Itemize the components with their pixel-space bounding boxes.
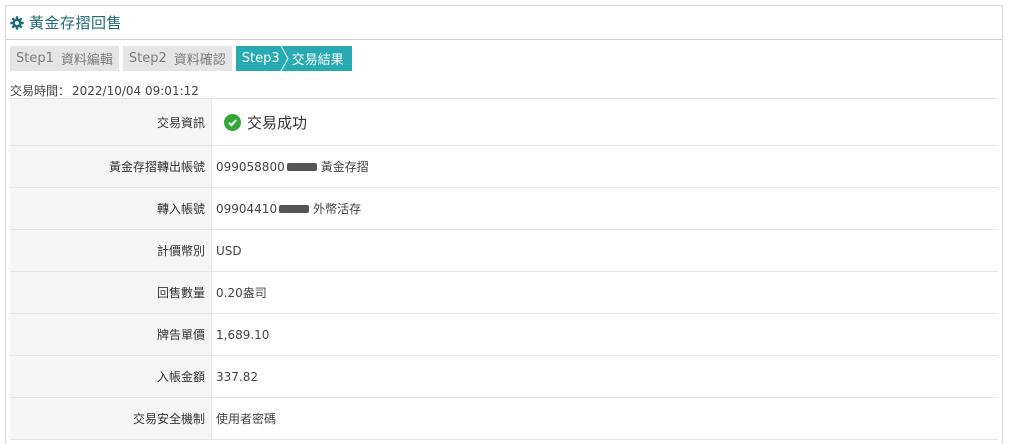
- row-quantity-value: 0.20盎司: [211, 272, 998, 313]
- row-result-value: 交易成功: [211, 99, 998, 145]
- row-unit-price-value: 1,689.10: [211, 314, 998, 355]
- in-account-number: 09904410: [216, 201, 278, 216]
- row-amount: 入帳金額 337.82: [10, 356, 998, 398]
- row-currency-value: USD: [211, 230, 998, 271]
- row-result-label: 交易資訊: [10, 99, 211, 145]
- out-account-number: 099058800: [216, 159, 285, 174]
- step-3-active: Step3 交易結果: [235, 46, 352, 71]
- step-1-number: Step1: [16, 51, 54, 66]
- row-security-label: 交易安全機制: [10, 398, 211, 439]
- masked-digits: [286, 162, 317, 171]
- transaction-time-value: 2022/10/04 09:01:12: [72, 84, 199, 98]
- row-currency: 計價幣別 USD: [10, 230, 998, 272]
- step-indicator: Step1 資料編輯 Step2 資料確認 Step3 交易結果: [10, 46, 356, 71]
- row-amount-value: 337.82: [211, 356, 998, 397]
- success-status: 交易成功: [247, 113, 308, 132]
- step-3-label: 交易結果: [291, 53, 344, 68]
- main-panel: 黃金存摺回售 Step1 資料編輯 Step2 資料確認 Step3 交易結果 …: [5, 5, 1003, 444]
- check-circle-icon: [224, 113, 241, 131]
- row-result: 交易資訊 交易成功: [10, 99, 998, 146]
- row-security-value: 使用者密碼: [211, 398, 998, 439]
- step-2: Step2 資料確認: [122, 46, 232, 71]
- row-unit-price-label: 牌告單價: [10, 314, 211, 355]
- panel-header: 黃金存摺回售: [6, 6, 1002, 40]
- page-title: 黃金存摺回售: [29, 14, 123, 32]
- row-in-account: 轉入帳號 09904410 外幣活存: [10, 188, 998, 230]
- row-out-account-label: 黃金存摺轉出帳號: [10, 146, 211, 187]
- row-quantity: 回售數量 0.20盎司: [10, 272, 998, 314]
- in-account-type: 外幣活存: [313, 202, 362, 216]
- row-security: 交易安全機制 使用者密碼: [10, 398, 998, 440]
- row-out-account: 黃金存摺轉出帳號 099058800 黃金存摺: [10, 146, 998, 188]
- row-currency-label: 計價幣別: [10, 230, 211, 271]
- result-table: 交易資訊 交易成功 黃金存摺轉出帳號 099058800 黃金存摺 轉入帳號 0…: [10, 98, 998, 440]
- row-in-account-value: 09904410 外幣活存: [211, 188, 998, 229]
- gear-icon: [10, 15, 24, 30]
- step-1: Step1 資料編輯: [10, 46, 119, 71]
- masked-digits: [279, 204, 310, 213]
- step-3-number: Step3: [241, 51, 280, 66]
- row-in-account-label: 轉入帳號: [10, 188, 211, 229]
- transaction-time-label: 交易時間：: [10, 84, 71, 98]
- row-unit-price: 牌告單價 1,689.10: [10, 314, 998, 356]
- step-arrow-icon: [280, 46, 289, 71]
- step-2-number: Step2: [128, 51, 167, 66]
- row-amount-label: 入帳金額: [10, 356, 211, 397]
- step-2-label: 資料確認: [173, 53, 226, 68]
- row-quantity-label: 回售數量: [10, 272, 211, 313]
- step-1-label: 資料編輯: [60, 53, 113, 68]
- row-out-account-value: 099058800 黃金存摺: [211, 146, 998, 187]
- out-account-type: 黃金存摺: [320, 160, 369, 174]
- transaction-time: 交易時間： 2022/10/04 09:01:12: [10, 82, 199, 99]
